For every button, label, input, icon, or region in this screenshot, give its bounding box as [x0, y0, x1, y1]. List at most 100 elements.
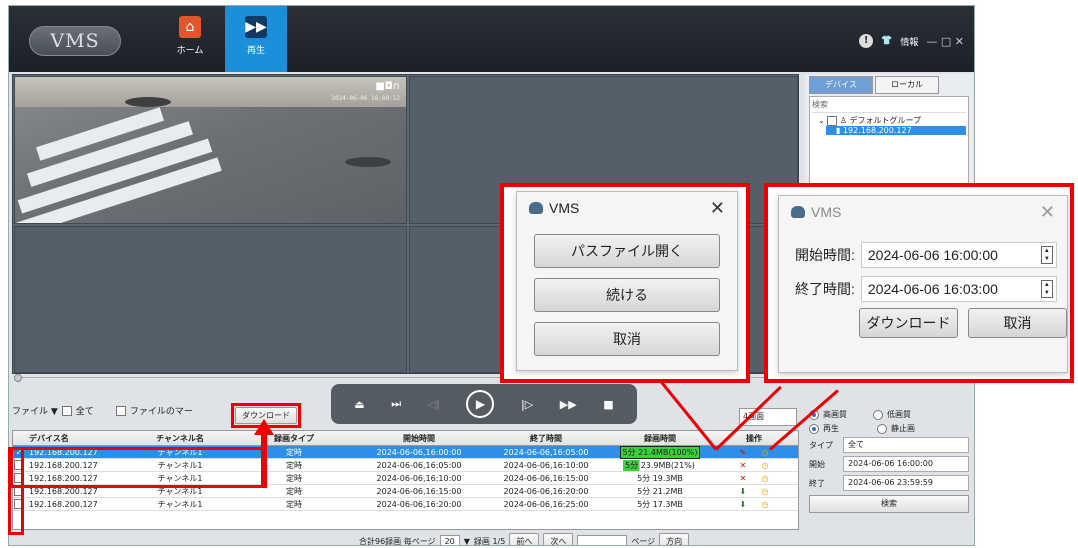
cancel-button[interactable]: 取消	[968, 308, 1067, 338]
nav-home-button[interactable]: ⌂ ホーム	[159, 6, 221, 72]
pen-icon[interactable]: ✎	[740, 448, 747, 457]
search-options: 高画質 低画質 再生 静止画 タイプ 全て 開始 2024-06-06 16:0…	[805, 406, 973, 545]
tree-group[interactable]: ⌄ ♙ デフォルトグループ	[812, 115, 966, 126]
eject-icon[interactable]: ⏏	[354, 398, 364, 411]
top-right-controls: ! 👕 情報 — □ ✕	[859, 34, 964, 48]
search-button[interactable]: 検索	[809, 495, 969, 513]
arrow-shaft	[261, 432, 267, 488]
camera-tool-icons[interactable]: ■◘∩	[375, 81, 400, 92]
end-time-label: 終了時間:	[795, 281, 855, 297]
shirt-icon[interactable]: 👕	[881, 36, 892, 46]
fast-forward-icon[interactable]: ⏭	[391, 397, 401, 411]
video-timestamp: 2024-06-06 16:00:12	[331, 95, 400, 102]
video-cell-3[interactable]	[14, 226, 407, 373]
quality-low-radio[interactable]	[873, 409, 883, 420]
dialog-highlight-1: VMS ✕ パスファイル開く 続ける 取消	[500, 183, 750, 383]
video-cell-1[interactable]: ■◘∩ 2024-06-06 16:00:12	[14, 76, 407, 224]
select-all-label: 全て	[75, 407, 94, 417]
clock-icon[interactable]: ◷	[761, 487, 768, 496]
top-bar: VMS ⌂ ホーム ▶▶ 再生 ! 👕 情報 — □ ✕	[9, 6, 974, 72]
confirm-download-button[interactable]: ダウンロード	[859, 308, 958, 338]
col-type[interactable]: 録画タイプ	[235, 433, 353, 444]
download-complete-dialog: VMS ✕ パスファイル開く 続ける 取消	[516, 191, 738, 371]
mode-play-radio[interactable]	[809, 423, 819, 434]
info-label[interactable]: 情報	[900, 35, 918, 48]
close-icon[interactable]: ✕	[1040, 202, 1055, 223]
clock-icon[interactable]: ◷	[761, 448, 768, 457]
dialog-title: VMS	[549, 200, 580, 216]
playback-toolbar: ⏏ ⏭ ◁| ▶ |▷ ▶▶ ■	[331, 384, 637, 424]
clock-icon[interactable]: ◷	[761, 461, 768, 470]
file-only-checkbox[interactable]	[115, 405, 126, 416]
next-page-button[interactable]: 次へ	[543, 533, 574, 545]
page-label: ページ	[631, 537, 656, 546]
tab-local[interactable]: ローカル	[875, 76, 939, 94]
home-icon: ⌂	[179, 16, 201, 38]
start-time-select[interactable]: 2024-06-06 16:00:00	[843, 456, 969, 472]
type-select[interactable]: 全て	[843, 437, 969, 453]
tree-device[interactable]: ▮ 192.168.200.127	[826, 126, 966, 135]
skip-forward-icon[interactable]: ▶▶	[560, 398, 577, 411]
arrow-up-icon	[254, 419, 274, 435]
file-controls: ファイル ▼ 全て ファイルのマー	[12, 404, 193, 417]
app-logo: VMS	[29, 26, 121, 56]
per-page-select[interactable]: 20	[439, 535, 460, 545]
alert-icon[interactable]: !	[859, 34, 874, 48]
chevron-down-icon[interactable]: ⌄	[818, 116, 825, 125]
start-spinner[interactable]: ▲ ▼	[1040, 246, 1053, 264]
download-icon[interactable]: ⬇	[740, 500, 747, 509]
total-label: 合計96録画 毎ページ	[359, 537, 436, 546]
download-icon[interactable]: ⬇	[740, 487, 747, 496]
continue-button[interactable]: 続ける	[534, 278, 720, 312]
nav-playback-button[interactable]: ▶▶ 再生	[225, 6, 287, 72]
nav-home-label: ホーム	[176, 46, 204, 56]
table-row[interactable]: 192.168.200.127 チャンネル1 定時 2024-06-06,16:…	[13, 498, 798, 511]
open-path-button[interactable]: パスファイル開く	[534, 234, 720, 268]
end-spinner[interactable]: ▲ ▼	[1040, 280, 1053, 298]
prev-page-button[interactable]: 前へ	[509, 533, 540, 545]
play-button[interactable]: ▶	[466, 390, 495, 418]
table-header: デバイス名 チャンネル名 録画タイプ 開始時間 終了時間 録画時間 操作	[13, 431, 798, 446]
file-only-label: ファイルのマー	[129, 407, 193, 417]
nav-playback-label: 再生	[246, 46, 265, 56]
dialog-title: VMS	[811, 204, 842, 220]
per-page-chevron-icon[interactable]: ▼	[464, 537, 470, 545]
step-back-icon[interactable]: ◁|	[428, 398, 440, 411]
checkbox-highlight	[8, 447, 24, 535]
playback-icon: ▶▶	[245, 16, 267, 38]
end-time-field[interactable]: 2024-06-06 16:03:00 ▲ ▼	[860, 276, 1057, 302]
group-icon: ♙	[839, 116, 847, 125]
file-filter-dropdown[interactable]: ファイル ▼	[12, 404, 58, 417]
clock-icon[interactable]: ◷	[761, 474, 768, 483]
close-icon[interactable]: ✕	[710, 198, 725, 219]
tab-device[interactable]: デバイス	[809, 76, 873, 94]
cancel-download-icon[interactable]: ✕	[740, 474, 747, 483]
start-time-label: 開始時間:	[795, 247, 855, 263]
cancel-button[interactable]: 取消	[534, 322, 720, 356]
col-channel[interactable]: チャンネル名	[125, 433, 235, 444]
window-controls[interactable]: — □ ✕	[926, 35, 964, 48]
download-progress: 5分 23.9MB(21%)	[623, 459, 697, 471]
cancel-download-icon[interactable]: ✕	[740, 461, 747, 470]
col-device[interactable]: デバイス名	[25, 433, 125, 444]
end-time-select[interactable]: 2024-06-06 23:59:59	[843, 475, 969, 491]
download-range-dialog: VMS ✕ 開始時間: 2024-06-06 16:00:00 ▲ ▼ 終了時間: …	[778, 195, 1068, 373]
select-all-checkbox[interactable]	[61, 405, 72, 416]
stop-icon[interactable]: ■	[603, 398, 613, 411]
col-rec[interactable]: 録画時間	[607, 433, 713, 444]
start-time-field[interactable]: 2024-06-06 16:00:00 ▲ ▼	[860, 242, 1057, 268]
pagination: 合計96録画 毎ページ 20 ▼ 録画 1/5 前へ 次へ ページ 方向	[359, 533, 690, 546]
step-forward-icon[interactable]: |▷	[521, 398, 533, 411]
mode-still-radio[interactable]	[877, 423, 887, 434]
col-end[interactable]: 終了時間	[485, 433, 607, 444]
col-start[interactable]: 開始時間	[353, 433, 485, 444]
vms-app-icon	[791, 206, 805, 218]
go-page-button[interactable]: 方向	[659, 533, 690, 545]
page-input[interactable]	[577, 535, 628, 545]
vms-app-icon	[529, 202, 543, 214]
timeline-knob[interactable]	[14, 374, 22, 382]
download-progress: 5分 21.4MB(100%)	[619, 445, 701, 459]
clock-icon[interactable]: ◷	[761, 500, 768, 509]
device-search-input[interactable]: 検索	[812, 99, 966, 113]
camera-icon: ▮	[836, 126, 841, 135]
